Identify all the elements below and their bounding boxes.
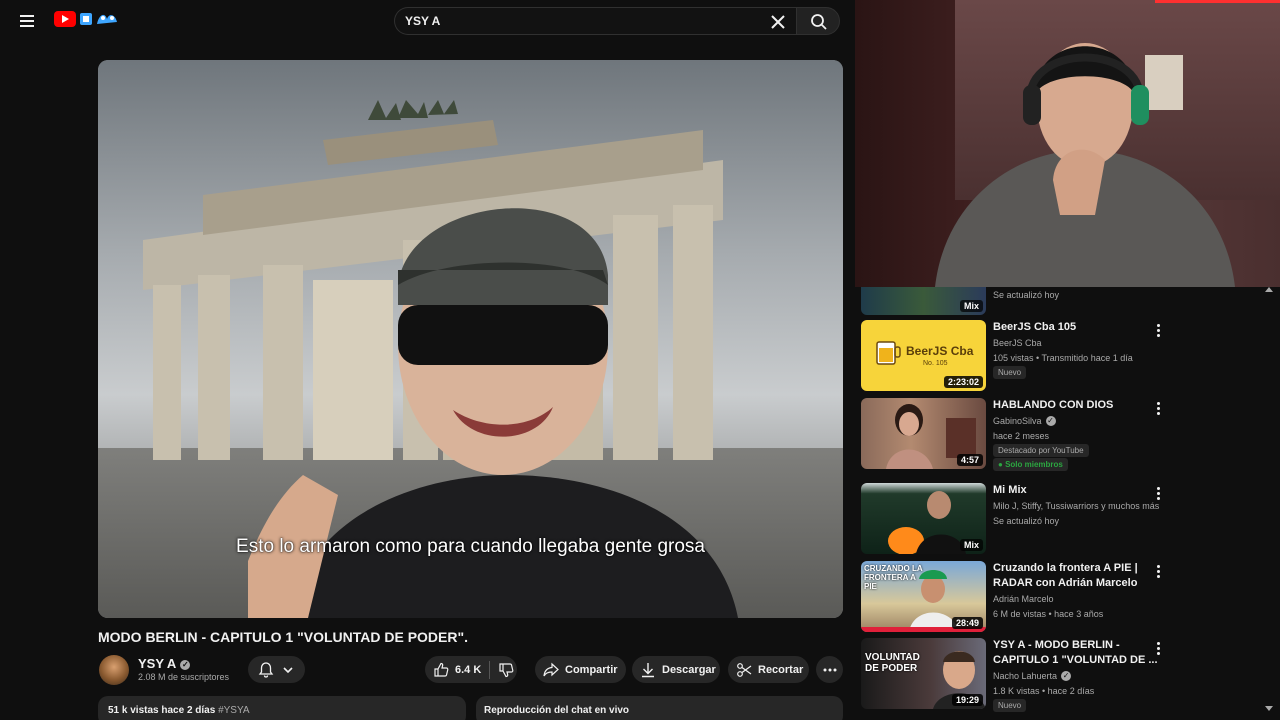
duration: 2:23:02 <box>943 376 983 388</box>
search-button[interactable] <box>796 7 840 35</box>
video-title[interactable]: YSY A - MODO BERLIN - CAPITULO 1 "VOLUNT… <box>993 638 1168 668</box>
views-date: 51 k vistas hace 2 días <box>108 705 216 716</box>
chat-replay-label: Reproducción del chat en vivo <box>484 705 630 716</box>
like-dislike-group: 6.4 K <box>425 656 517 683</box>
thumbnail[interactable]: VOLUNTAD DE PODER 19:29 <box>861 638 986 709</box>
search-input[interactable]: YSY A <box>394 7 796 35</box>
scissors-icon <box>737 662 752 677</box>
scroll-up-arrow-icon[interactable] <box>1265 287 1273 292</box>
thumbnail[interactable]: CRUZANDO LA FRONTERA A PIE 28:49 <box>861 561 986 632</box>
video-meta: hace 2 meses <box>993 431 1050 441</box>
thumbnail-subtitle: No. 105 <box>923 360 948 367</box>
duration: 19:29 <box>951 694 983 706</box>
video-player[interactable]: Esto lo armaron como para cuando llegaba… <box>98 60 843 618</box>
members-only-label: Solo miembros <box>1005 460 1063 469</box>
channel-name[interactable]: Adrián Marcelo <box>993 594 1054 604</box>
mix-badge: Mix <box>959 300 983 312</box>
channel-name-text: GabinoSilva <box>993 416 1042 426</box>
more-vert-icon[interactable] <box>1151 485 1165 501</box>
verified-icon: ✓ <box>180 660 191 670</box>
thumbnail[interactable]: 4:57 <box>861 398 986 469</box>
mix-badge: Mix <box>959 539 983 551</box>
search-query: YSY A <box>405 14 441 28</box>
list-item[interactable]: Mix Mi Mix Milo J, Stiffy, Tussiwarriors… <box>861 483 1261 557</box>
channel-name[interactable]: GabinoSilva ✓ <box>993 416 1056 426</box>
video-title[interactable]: Mi Mix <box>993 483 1168 498</box>
verified-icon: ✓ <box>1045 416 1056 426</box>
clip-button[interactable]: Recortar <box>728 656 809 683</box>
video-meta: Se actualizó hoy <box>993 516 1060 526</box>
clip-label: Recortar <box>758 663 804 676</box>
channel-name-text: Nacho Lahuerta <box>993 671 1058 681</box>
members-only-badge: ● Solo miembros <box>993 458 1068 471</box>
video-meta: 1.8 K vistas • hace 2 días <box>993 686 1095 696</box>
more-horizontal-icon <box>823 668 836 671</box>
duration: 4:57 <box>956 454 983 466</box>
featured-badge: Destacado por YouTube <box>993 444 1089 457</box>
doodle-logo-icon[interactable] <box>79 10 121 28</box>
chevron-down-icon <box>283 666 293 673</box>
new-badge: Nuevo <box>993 699 1027 712</box>
video-title[interactable]: Cruzando la frontera A PIE | RADAR con A… <box>993 561 1168 591</box>
channel-name[interactable]: BeerJS Cba <box>993 338 1042 348</box>
list-item[interactable]: BeerJS Cba No. 105 2:23:02 BeerJS Cba 10… <box>861 320 1261 394</box>
more-vert-icon[interactable] <box>1151 640 1165 656</box>
video-title[interactable]: HABLANDO CON DIOS <box>993 398 1168 413</box>
notification-button[interactable] <box>248 656 305 683</box>
description-box[interactable]: 51 k vistas hace 2 días #YSYA <box>98 696 466 720</box>
new-badge: Nuevo <box>993 366 1027 379</box>
subscriber-count: 2.08 M de suscriptores <box>138 672 230 682</box>
video-title[interactable]: BeerJS Cba 105 <box>993 320 1168 335</box>
channel-name: Milo J, Stiffy, Tussiwarriors y muchos m… <box>993 501 1160 511</box>
top-bar: YSY A <box>0 0 855 42</box>
menu-icon[interactable] <box>15 9 39 33</box>
thumbnail-title: BeerJS Cba <box>906 344 974 358</box>
avatar[interactable] <box>99 655 129 685</box>
download-label: Descargar <box>662 663 716 676</box>
more-vert-icon[interactable] <box>1151 400 1165 416</box>
share-label: Compartir <box>565 663 618 676</box>
like-icon[interactable] <box>433 662 449 678</box>
channel-name[interactable]: YSY A ✓ <box>138 656 191 671</box>
video-meta: 6 M de vistas • hace 3 años <box>993 609 1104 619</box>
video-subtitle: Esto lo armaron como para cuando llegaba… <box>236 536 705 557</box>
like-count[interactable]: 6.4 K <box>455 664 481 676</box>
bell-icon <box>258 661 274 678</box>
video-meta: 105 vistas • Transmitido hace 1 día <box>993 353 1133 363</box>
channel-name[interactable]: Nacho Lahuerta ✓ <box>993 671 1072 681</box>
download-button[interactable]: Descargar <box>632 656 720 683</box>
video-title: MODO BERLIN - CAPITULO 1 "VOLUNTAD DE PO… <box>98 629 469 645</box>
share-button[interactable]: Compartir <box>535 656 626 683</box>
download-icon <box>642 662 654 677</box>
verified-icon: ✓ <box>1061 671 1072 681</box>
thumbnail[interactable]: BeerJS Cba No. 105 2:23:02 <box>861 320 986 391</box>
duration: 28:49 <box>951 617 983 629</box>
webcam-overlay <box>855 0 1280 287</box>
partial-mix-line: Se actualizó hoy <box>993 290 1060 300</box>
list-item[interactable]: 4:57 HABLANDO CON DIOS GabinoSilva ✓ hace… <box>861 398 1261 472</box>
share-icon <box>543 662 559 676</box>
hashtag[interactable]: #YSYA <box>218 705 250 716</box>
scroll-down-arrow-icon[interactable] <box>1265 706 1273 711</box>
more-vert-icon[interactable] <box>1151 563 1165 579</box>
list-item[interactable]: VOLUNTAD DE PODER 19:29 YSY A - MODO BER… <box>861 638 1261 712</box>
list-item[interactable]: CRUZANDO LA FRONTERA A PIE 28:49 Cruzand… <box>861 561 1261 635</box>
channel-name-text: YSY A <box>138 656 177 671</box>
search-icon <box>811 14 827 30</box>
related-videos-list: Mix Se actualizó hoy BeerJS Cba No. 105 … <box>855 287 1280 720</box>
thumbnail[interactable]: Mix <box>861 483 986 554</box>
youtube-logo-icon[interactable] <box>54 11 76 27</box>
more-actions-button[interactable] <box>816 656 843 683</box>
partial-mix-thumbnail[interactable]: Mix <box>861 287 986 315</box>
close-icon[interactable] <box>768 12 788 32</box>
more-vert-icon[interactable] <box>1151 322 1165 338</box>
chat-replay-box[interactable]: Reproducción del chat en vivo <box>476 696 843 720</box>
streamer-image <box>935 43 1235 287</box>
divider <box>489 660 491 679</box>
dislike-icon[interactable] <box>498 662 514 678</box>
